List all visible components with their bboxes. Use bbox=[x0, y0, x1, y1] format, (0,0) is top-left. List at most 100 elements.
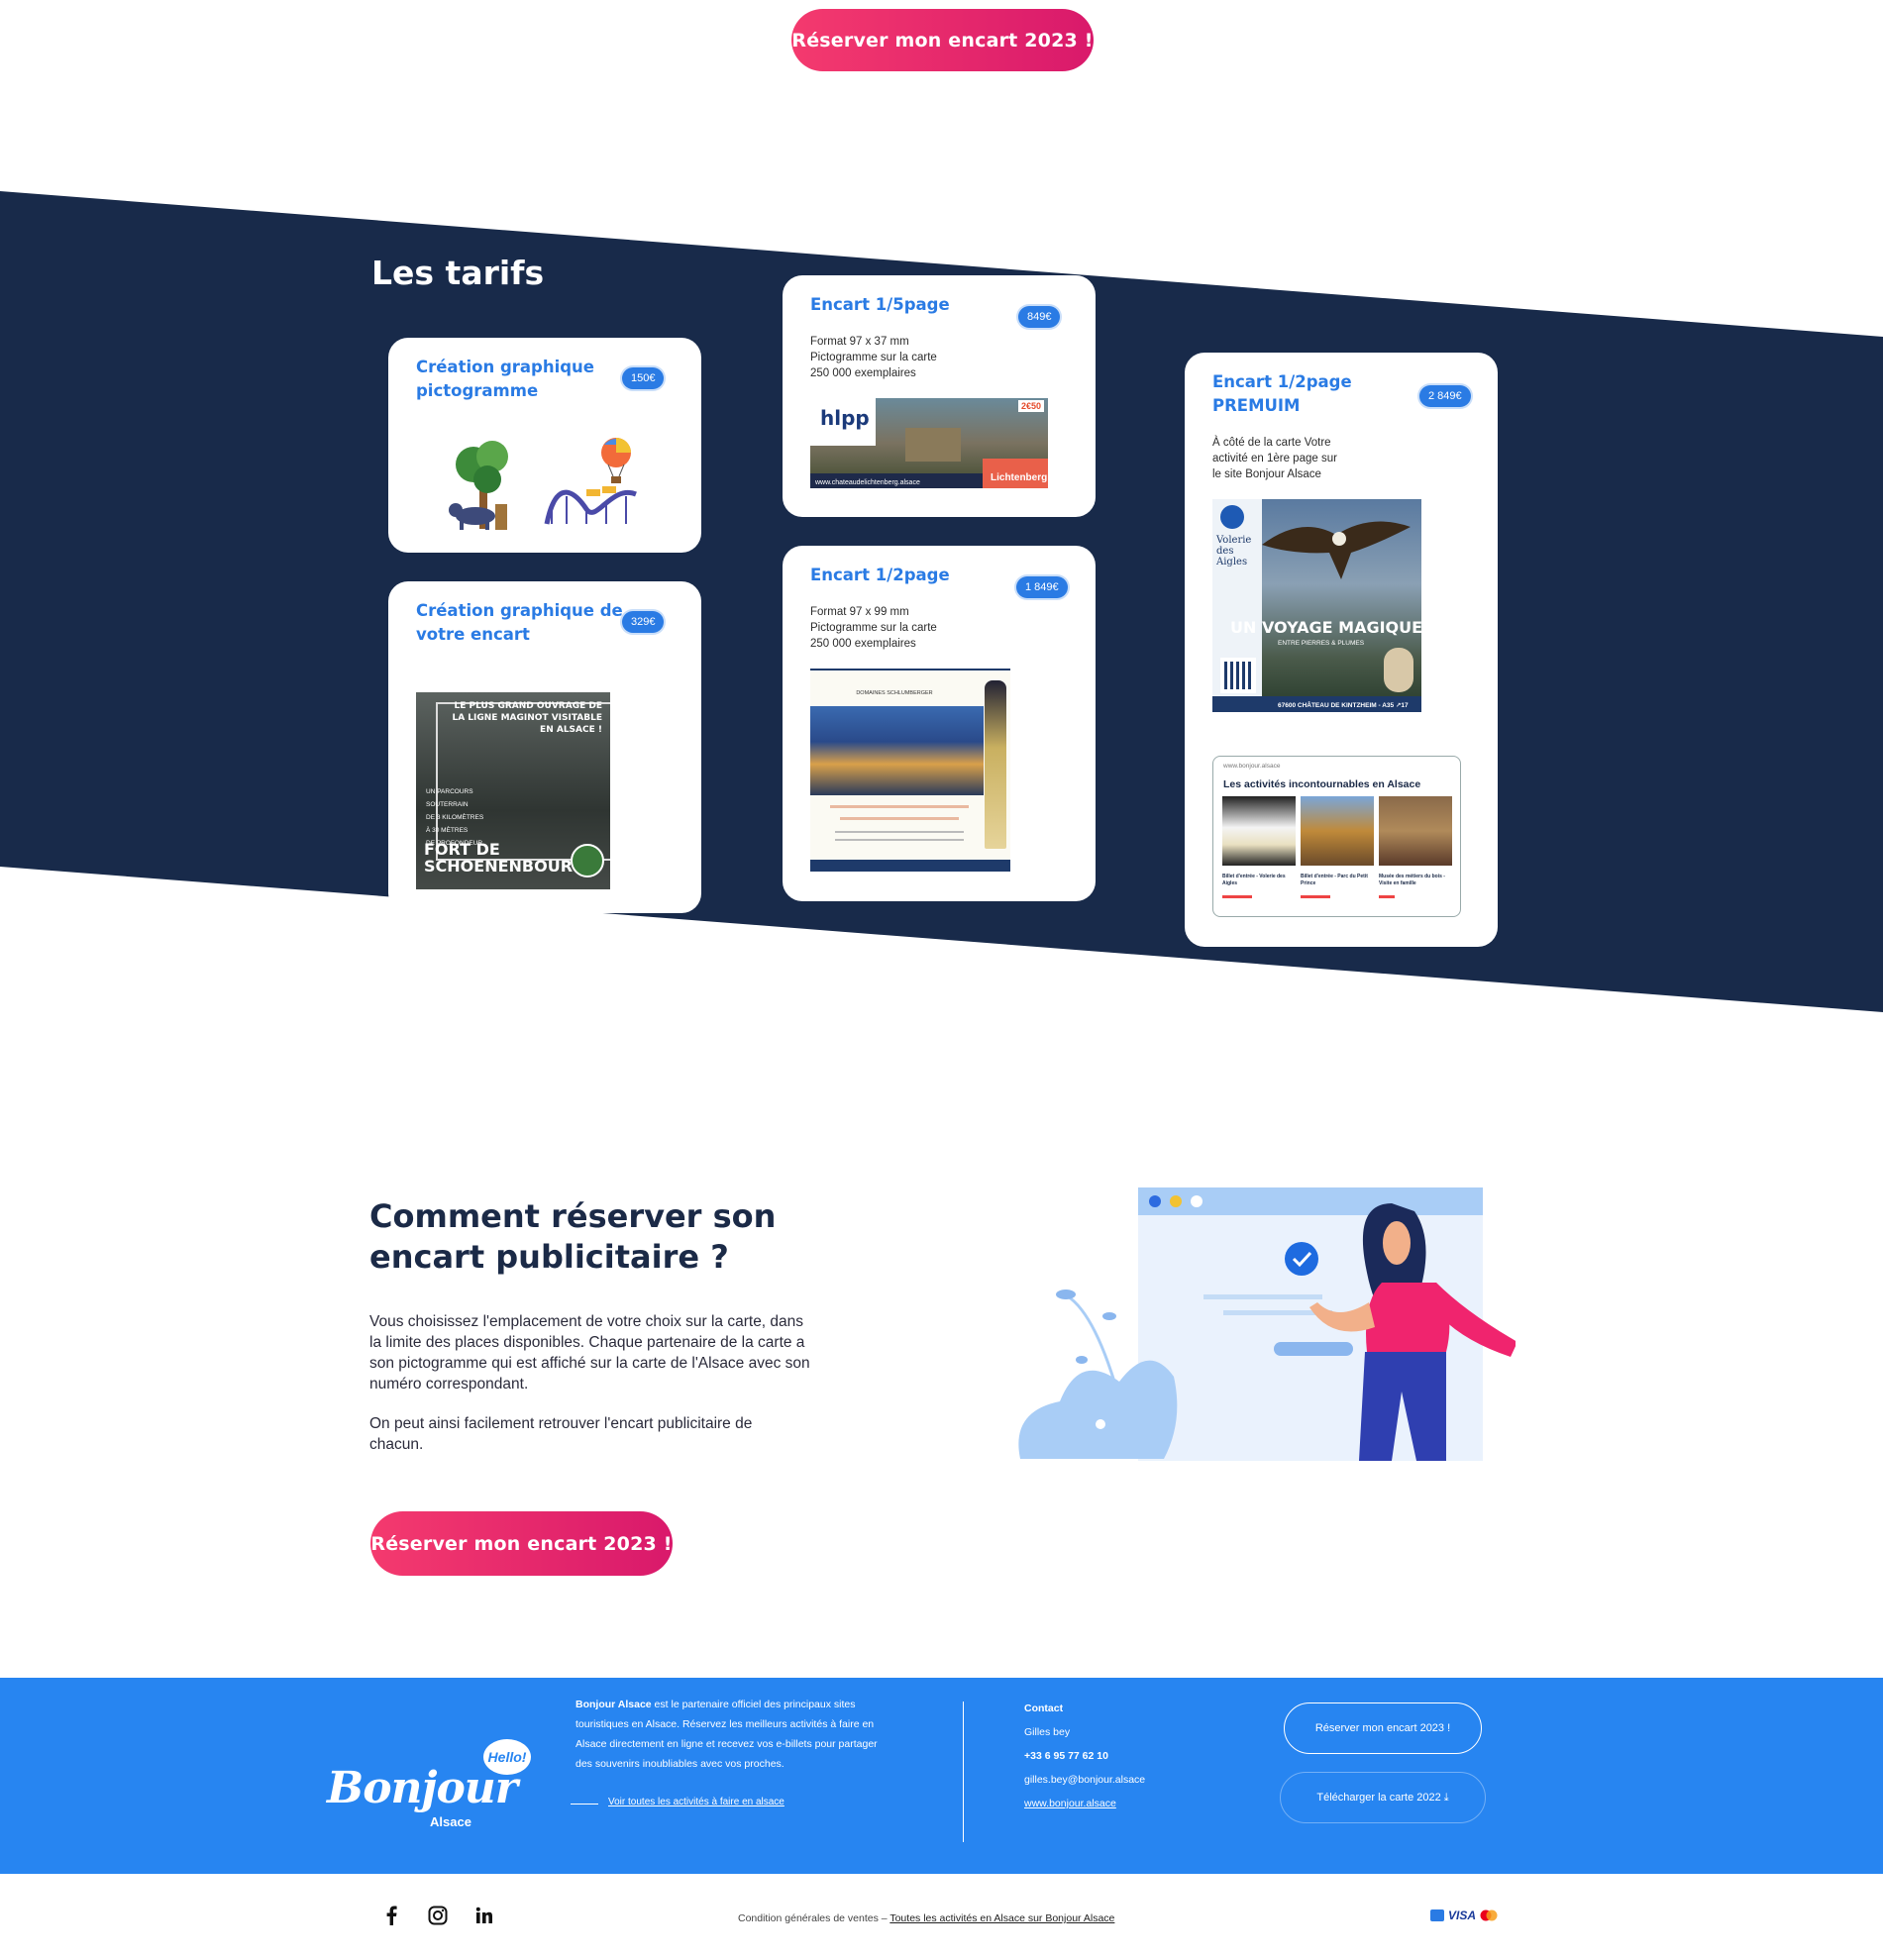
ad-text: ENTRE PIERRES & PLUMES bbox=[1278, 640, 1365, 647]
price-badge: 2 849€ bbox=[1419, 385, 1471, 407]
format-text: Format 97 x 99 mm bbox=[810, 606, 909, 618]
ad-text: SOUTERRAIN bbox=[426, 801, 469, 808]
ad-text: LE PLUS GRAND OUVRAGE DE bbox=[454, 701, 602, 711]
tarif-card-encart-premium: Encart 1/2page PREMUIM 2 849€ À côté de … bbox=[1185, 353, 1498, 947]
site-preview: www.bonjour.alsace Les activités inconto… bbox=[1212, 756, 1461, 917]
tarif-card-title: Encart 1/5page bbox=[810, 295, 950, 314]
footer-brand: Bonjour Alsace bbox=[575, 1699, 652, 1710]
footer-about: Bonjour Alsace est le partenaire officie… bbox=[575, 1695, 932, 1774]
howto-title: Comment réserver son encart publicitaire… bbox=[369, 1196, 776, 1278]
site-preview-item: Billet d'entrée - Parc du Petit Prince bbox=[1301, 874, 1368, 886]
tarif-card-encart-1-2: Encart 1/2page 1 849€ Format 97 x 99 mm … bbox=[783, 546, 1096, 901]
site-preview-heading: Les activités incontournables en Alsace bbox=[1223, 778, 1421, 790]
text-line: On peut ainsi facilement retrouver l'enc… bbox=[369, 1415, 753, 1432]
footer-link-line bbox=[571, 1804, 598, 1805]
ad-text: 67600 CHÂTEAU DE KINTZHEIM - A35 ↗17 bbox=[1278, 702, 1409, 709]
pictogram-text: Pictogramme sur la carte bbox=[810, 622, 937, 634]
text-line: numéro correspondant. bbox=[369, 1376, 529, 1393]
logo-wordmark: Bonjour bbox=[327, 1763, 518, 1813]
reserve-encart-button-middle[interactable]: Réserver mon encart 2023 ! bbox=[370, 1511, 673, 1576]
tarif-card-creation-encart: Création graphique de votre encart 329€ … bbox=[388, 581, 701, 913]
bonjour-alsace-logo[interactable]: Bonjour Hello! Alsace bbox=[327, 1733, 535, 1832]
ad-text: LA LIGNE MAGINOT VISITABLE bbox=[452, 713, 602, 723]
premium-desc: activité en 1ère page sur bbox=[1212, 453, 1337, 464]
ad-text: FORT DE bbox=[424, 840, 500, 859]
price-badge: 329€ bbox=[622, 611, 665, 633]
copies-text: 250 000 exemplaires bbox=[810, 638, 916, 650]
text-line: Vous choisissez l'emplacement de votre c… bbox=[369, 1313, 804, 1330]
premium-desc: À côté de la carte Votre bbox=[1212, 437, 1331, 449]
ad-text: Volerie des Aigles bbox=[1216, 535, 1252, 567]
pictogram-illustration bbox=[449, 438, 637, 530]
tarifs-title: Les tarifs bbox=[371, 254, 545, 292]
contact-email[interactable]: gilles.bey@bonjour.alsace bbox=[1024, 1768, 1145, 1792]
ad-text: UN VOYAGE MAGIQUE... bbox=[1230, 618, 1421, 637]
format-text: Format 97 x 37 mm bbox=[810, 336, 909, 348]
contact-name: Gilles bey bbox=[1024, 1726, 1071, 1738]
price-badge: 849€ bbox=[1018, 306, 1061, 328]
footer-about-text: Alsace directement en ligne et recevez v… bbox=[575, 1738, 878, 1750]
site-preview-url: www.bonjour.alsace bbox=[1223, 763, 1281, 770]
ad-text: Lichtenberg bbox=[983, 459, 1048, 488]
visa-icon: VISA bbox=[1448, 1908, 1477, 1922]
ad-text: hlpp bbox=[820, 406, 870, 430]
instagram-icon[interactable] bbox=[428, 1906, 448, 1925]
price-badge: 1 849€ bbox=[1016, 576, 1068, 598]
ad-text: EN ALSACE ! bbox=[540, 725, 602, 735]
linkedin-icon[interactable] bbox=[475, 1907, 493, 1924]
ad-text: 2€50 bbox=[1017, 400, 1044, 412]
cgv-text[interactable]: Condition générales de ventes – bbox=[738, 1912, 889, 1924]
reserve-encart-button-top[interactable]: Réserver mon encart 2023 ! bbox=[791, 9, 1094, 71]
all-activities-link[interactable]: Voir toutes les activités à faire en als… bbox=[608, 1793, 785, 1812]
howto-title-line: encart publicitaire ? bbox=[369, 1238, 729, 1276]
footer: Bonjour Hello! Alsace Bonjour Alsace est… bbox=[0, 1678, 1883, 1874]
footer-about-text: est le partenaire officiel des principau… bbox=[651, 1699, 856, 1710]
footer-reserve-button[interactable]: Réserver mon encart 2023 ! bbox=[1284, 1702, 1482, 1754]
logo-bubble: Hello! bbox=[483, 1739, 531, 1775]
legal-text: Condition générales de ventes – Toutes l… bbox=[738, 1912, 1114, 1924]
copies-text: 250 000 exemplaires bbox=[810, 367, 916, 379]
text-line: chacun. bbox=[369, 1436, 424, 1453]
text-line: la limite des places disponibles. Chaque… bbox=[369, 1334, 805, 1351]
howto-title-line: Comment réserver son bbox=[369, 1197, 777, 1235]
all-activities-bottom-link[interactable]: Toutes les activités en Alsace sur Bonjo… bbox=[889, 1912, 1114, 1924]
tarif-card-title: Encart 1/2page PREMUIM bbox=[1212, 372, 1352, 415]
booking-illustration bbox=[1018, 1187, 1516, 1461]
encart-sample-schoenenbourg: LE PLUS GRAND OUVRAGE DE LA LIGNE MAGINO… bbox=[416, 692, 610, 889]
pictogram-text: Pictogramme sur la carte bbox=[810, 352, 937, 363]
download-map-button[interactable]: Télécharger la carte 2022 ⤓ bbox=[1280, 1772, 1486, 1823]
logo-subtitle: Alsace bbox=[430, 1814, 471, 1829]
ad-text: SCHOENENBOURG bbox=[424, 857, 586, 876]
ad-text: www.chateaudelichtenberg.alsace bbox=[815, 479, 920, 486]
site-preview-item: Billet d'entrée - Volerie des Aigles bbox=[1222, 874, 1286, 886]
contact-title: Contact bbox=[1024, 1702, 1064, 1714]
tarif-card-pictogramme: Création graphique pictogramme 150€ bbox=[388, 338, 701, 553]
facebook-icon[interactable] bbox=[383, 1906, 399, 1925]
text-line: son pictogramme qui est affiché sur la c… bbox=[369, 1355, 810, 1372]
ad-text: DE 3 KILOMÈTRES bbox=[426, 814, 484, 821]
amex-icon bbox=[1430, 1909, 1444, 1921]
premium-desc: le site Bonjour Alsace bbox=[1212, 468, 1321, 480]
encart-sample-lichtenberg: hlpp 2€50 www.chateaudelichtenberg.alsac… bbox=[810, 398, 1048, 488]
mastercard-icon bbox=[1480, 1909, 1498, 1921]
contact-phone[interactable]: +33 6 95 77 62 10 bbox=[1024, 1744, 1145, 1768]
tarif-card-title: Création graphique de votre encart bbox=[416, 601, 623, 644]
tarif-card-title: Encart 1/2page bbox=[810, 566, 950, 584]
price-badge: 150€ bbox=[622, 367, 665, 389]
tarif-card-encart-1-5: Encart 1/5page 849€ Format 97 x 37 mm Pi… bbox=[783, 275, 1096, 517]
howto-paragraph-1: Vous choisissez l'emplacement de votre c… bbox=[369, 1311, 865, 1394]
site-preview-item: Musée des métiers du bois - Visite en fa… bbox=[1379, 874, 1445, 886]
ad-text: DOMAINES SCHLUMBERGER bbox=[856, 690, 933, 696]
tarif-card-title: Création graphique pictogramme bbox=[416, 358, 594, 400]
payment-icons: VISA bbox=[1430, 1907, 1498, 1924]
ad-text: À 30 MÈTRES bbox=[426, 827, 469, 834]
footer-contact: Contact Gilles bey +33 6 95 77 62 10 gil… bbox=[1024, 1697, 1145, 1815]
encart-sample-volerie: Volerie des Aigles UN VOYAGE MAGIQUE... … bbox=[1212, 499, 1421, 712]
ad-text: UN PARCOURS bbox=[426, 788, 473, 795]
contact-website-link[interactable]: www.bonjour.alsace bbox=[1024, 1792, 1145, 1815]
footer-about-text: des souvenirs inoubliables avec vos proc… bbox=[575, 1758, 785, 1770]
encart-sample-schlumberger: DOMAINES SCHLUMBERGER bbox=[810, 669, 1010, 872]
footer-divider bbox=[963, 1702, 964, 1842]
howto-paragraph-2: On peut ainsi facilement retrouver l'enc… bbox=[369, 1413, 865, 1455]
footer-about-text: touristiques en Alsace. Réservez les mei… bbox=[575, 1718, 875, 1730]
